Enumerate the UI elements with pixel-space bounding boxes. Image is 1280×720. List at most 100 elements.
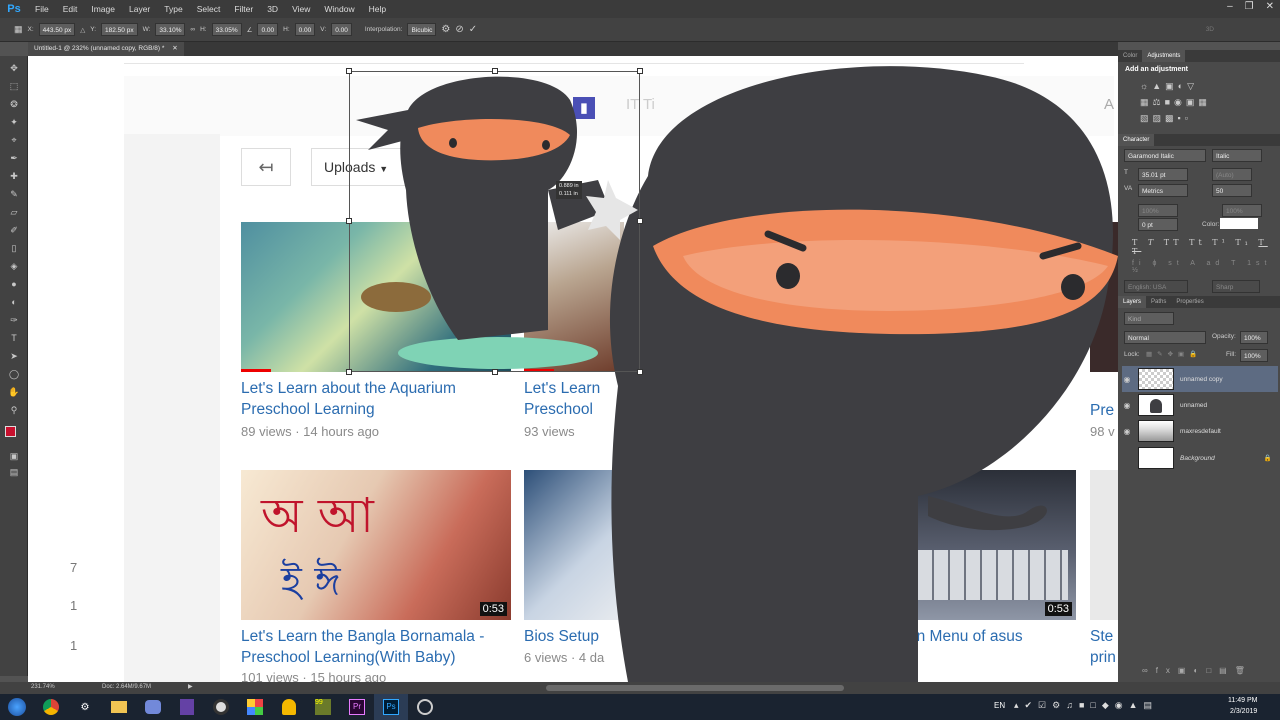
restore-icon[interactable]: ❐ — [1245, 1, 1254, 12]
quick-mask-icon[interactable]: ▣ — [8, 450, 20, 462]
menu-filter[interactable]: Filter — [227, 4, 260, 14]
blur-tool-icon[interactable]: ● — [8, 278, 20, 290]
clock-time[interactable]: 11:49 PM — [1228, 697, 1257, 704]
layer-row-unnamed-copy[interactable]: ◉ unnamed copy — [1122, 366, 1278, 392]
menu-image[interactable]: Image — [84, 4, 122, 14]
warp-icon[interactable]: ⚙ — [441, 24, 450, 35]
type-tool-icon[interactable]: T — [8, 332, 20, 344]
layer-row-unnamed[interactable]: ◉ unnamed — [1122, 392, 1278, 418]
taskbar-photoshop[interactable]: Ps — [374, 694, 408, 720]
pen-tool-icon[interactable]: ✑ — [8, 314, 20, 326]
video-title-bangla[interactable]: Let's Learn the Bangla Bornamala - Presc… — [241, 626, 516, 668]
crop-tool-icon[interactable]: ⌖ — [8, 134, 20, 146]
transform-handle-tm[interactable] — [492, 68, 498, 74]
minimize-icon[interactable]: – — [1227, 1, 1233, 12]
kerning-select[interactable]: Metrics — [1138, 184, 1188, 197]
start-button[interactable] — [0, 694, 34, 720]
history-brush-tool-icon[interactable]: ✐ — [8, 224, 20, 236]
visibility-eye-icon[interactable]: ◉ — [1122, 401, 1132, 410]
y-field[interactable]: 182.50 px — [101, 23, 138, 36]
blend-mode-select[interactable]: Normal — [1124, 331, 1206, 344]
close-tab-icon[interactable]: ✕ — [172, 45, 177, 52]
magic-wand-tool-icon[interactable]: ✦ — [8, 116, 20, 128]
transform-handle-bm[interactable] — [492, 369, 498, 375]
zoom-level[interactable]: 231.74% — [31, 684, 55, 690]
transform-handle-br[interactable] — [637, 369, 643, 375]
x-field[interactable]: 443.50 px — [38, 23, 76, 36]
leading-field[interactable]: (Auto) — [1212, 168, 1252, 181]
lasso-tool-icon[interactable]: ❂ — [8, 98, 20, 110]
dodge-tool-icon[interactable]: ◐ — [8, 296, 20, 308]
zoom-tool-icon[interactable]: ⚲ — [8, 404, 20, 416]
tab-adjustments[interactable]: Adjustments — [1142, 50, 1186, 62]
baseline-shift-field[interactable]: 0 pt — [1138, 218, 1178, 231]
transform-handle-tl[interactable] — [346, 68, 352, 74]
document-canvas[interactable]: ▮ IT Ti A ↤ Uploads ▼ Let's Learn about … — [28, 56, 1118, 682]
menu-help[interactable]: Help — [362, 4, 393, 14]
taskbar-app-99[interactable]: 99 — [306, 694, 340, 720]
brush-tool-icon[interactable]: ✎ — [8, 188, 20, 200]
tab-layers[interactable]: Layers — [1118, 296, 1147, 308]
tray-icons[interactable]: ▴✔☑⚙♫■□◆◉▲▤ — [1014, 700, 1158, 711]
menu-file[interactable]: File — [28, 4, 56, 14]
menu-select[interactable]: Select — [190, 4, 228, 14]
opentype-buttons[interactable]: fi ɸ st A ad T 1st ½ — [1132, 260, 1280, 274]
horizontal-scrollbar[interactable] — [546, 685, 844, 691]
cancel-transform-icon[interactable]: ⊘ — [455, 24, 463, 35]
taskbar-chrome[interactable] — [34, 694, 68, 720]
status-arrow-icon[interactable]: ▶ — [188, 683, 193, 690]
tracking-select[interactable]: 50 — [1212, 184, 1252, 197]
shape-tool-icon[interactable]: ◯ — [8, 368, 20, 380]
transform-handle-mr[interactable] — [637, 218, 643, 224]
paint-bucket-tool-icon[interactable]: ◈ — [8, 260, 20, 272]
vertical-scale-field[interactable]: 100% — [1138, 204, 1178, 217]
transform-handle-tr[interactable] — [637, 68, 643, 74]
close-icon[interactable]: ✕ — [1266, 1, 1274, 12]
layer-filter-kind[interactable]: Kind — [1124, 312, 1174, 325]
video-thumbnail-bangla[interactable]: অ আ ই ঈ 0:53 — [241, 470, 511, 620]
height-field[interactable]: 33.05% — [211, 23, 242, 36]
taskbar-twitch[interactable] — [170, 694, 204, 720]
menu-3d[interactable]: 3D — [260, 4, 285, 14]
menu-window[interactable]: Window — [317, 4, 361, 14]
hskew-field[interactable]: 0.00 — [294, 23, 316, 36]
eraser-tool-icon[interactable]: ▯ — [8, 242, 20, 254]
document-tab[interactable]: Untitled-1 @ 232% (unnamed copy, RGB/8) … — [28, 42, 184, 56]
taskbar-steam[interactable]: ⚙ — [68, 694, 102, 720]
healing-tool-icon[interactable]: ✚ — [8, 170, 20, 182]
delta-icon[interactable]: △ — [80, 26, 85, 34]
menu-type[interactable]: Type — [157, 4, 189, 14]
horizontal-scale-field[interactable]: 100% — [1222, 204, 1262, 217]
taskbar-discord[interactable] — [136, 694, 170, 720]
stamp-tool-icon[interactable]: ▱ — [8, 206, 20, 218]
visibility-eye-icon[interactable]: ◉ — [1122, 427, 1132, 436]
path-selection-tool-icon[interactable]: ➤ — [8, 350, 20, 362]
workspace-label[interactable]: 3D — [1206, 26, 1214, 33]
taskbar-app-yellow[interactable] — [272, 694, 306, 720]
link-icon[interactable]: ∞ — [190, 26, 195, 33]
transform-bounding-box[interactable] — [349, 71, 640, 372]
visibility-eye-icon[interactable]: ◉ — [1122, 375, 1132, 384]
taskbar-app-colored[interactable] — [238, 694, 272, 720]
taskbar-obs[interactable] — [204, 694, 238, 720]
layer-row-maxresdefault[interactable]: ◉ maxresdefault — [1122, 418, 1278, 444]
font-size-field[interactable]: 35.01 pt — [1138, 168, 1188, 181]
hand-tool-icon[interactable]: ✋ — [8, 386, 20, 398]
layer-row-background[interactable]: Background 🔒 — [1122, 445, 1278, 471]
interpolation-select[interactable]: Bicubic — [407, 23, 437, 36]
clock-date[interactable]: 2/3/2019 — [1230, 708, 1257, 715]
adjustment-icons[interactable]: ☼▲▣◐▽ ▦⚖■◉▣▦ ▧▨▩▪▫ — [1140, 78, 1250, 126]
reference-point-icon[interactable]: ▦ — [14, 24, 23, 35]
transform-handle-ml[interactable] — [346, 218, 352, 224]
language-select[interactable]: English: USA — [1124, 280, 1188, 293]
width-field[interactable]: 33.10% — [155, 23, 186, 36]
transform-handle-bl[interactable] — [346, 369, 352, 375]
commit-transform-icon[interactable]: ✓ — [469, 24, 477, 35]
layer-action-icons[interactable]: ∞fx▣◐□▤🗑 — [1142, 666, 1253, 675]
tab-paths[interactable]: Paths — [1146, 296, 1171, 308]
move-tool-icon[interactable]: ✥ — [8, 62, 20, 74]
fill-field[interactable]: 100% — [1240, 349, 1268, 362]
taskbar-explorer[interactable] — [102, 694, 136, 720]
language-indicator[interactable]: EN — [994, 701, 1005, 710]
lock-icons[interactable]: ▦✎✥▣🔒 — [1146, 350, 1202, 358]
